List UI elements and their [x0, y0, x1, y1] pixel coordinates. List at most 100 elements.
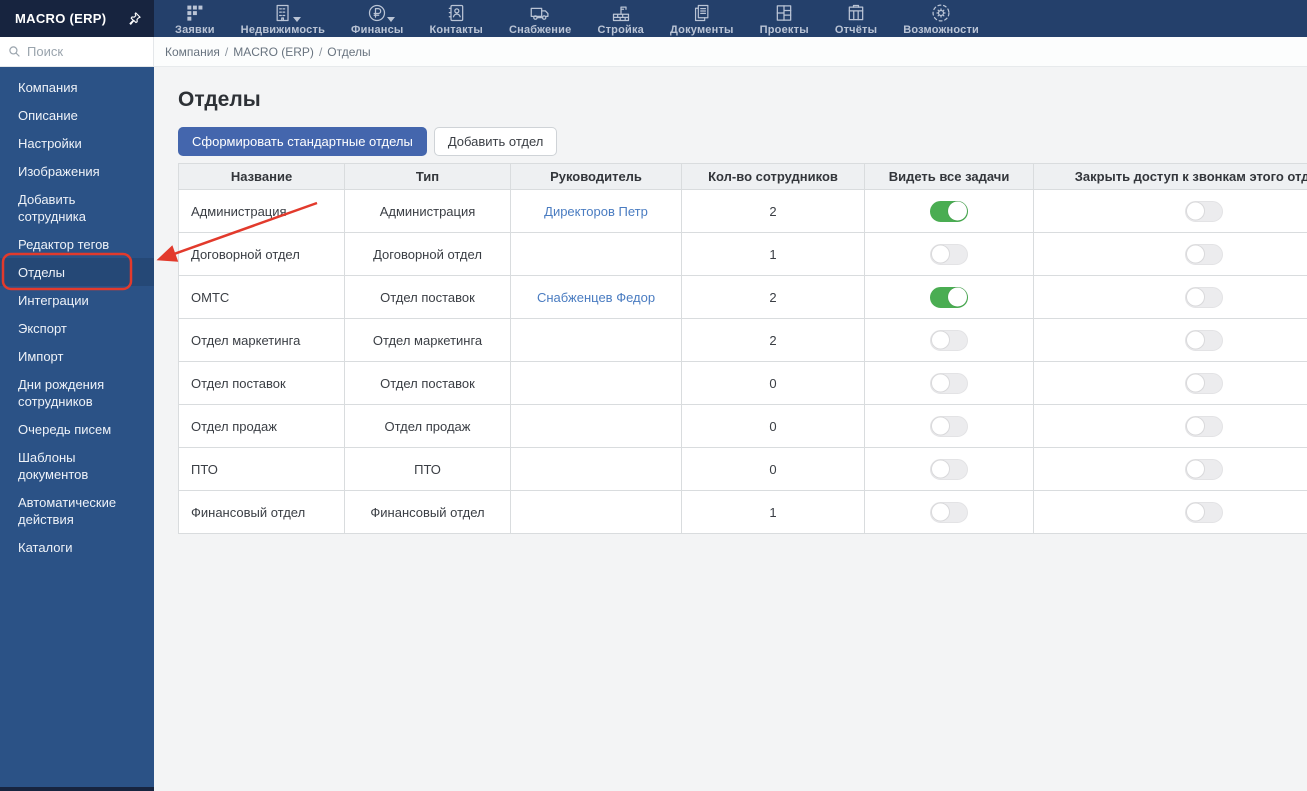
toggle-knob: [931, 330, 950, 350]
see-all-tasks-toggle[interactable]: [930, 415, 968, 437]
see-all-tasks-toggle[interactable]: [930, 243, 968, 265]
see-all-tasks-cell: [864, 361, 1034, 405]
sidebar-item[interactable]: Импорт: [0, 342, 154, 370]
see-all-tasks-toggle[interactable]: [930, 501, 968, 523]
nav-item-8[interactable]: Проекты: [747, 0, 822, 37]
department-type: Администрация: [344, 189, 511, 233]
nav-item-2[interactable]: Недвижимость: [228, 0, 338, 37]
manager-link[interactable]: Директоров Петр: [544, 204, 648, 219]
close-call-access-cell: [1033, 490, 1307, 534]
toggle-knob: [931, 244, 950, 264]
toggle-knob: [1185, 287, 1205, 307]
close-call-access-toggle[interactable]: [1184, 200, 1223, 222]
table-row: Договорной отдел Договорной отдел 1: [178, 232, 1307, 276]
department-name: Отдел продаж: [178, 404, 345, 448]
close-call-access-toggle[interactable]: [1184, 415, 1223, 437]
breadcrumb-item[interactable]: Компания: [165, 45, 220, 59]
nav-item-3[interactable]: Финансы: [338, 0, 416, 37]
sidebar-item[interactable]: Описание: [0, 101, 154, 129]
close-call-access-cell: [1033, 361, 1307, 405]
add-department-button[interactable]: Добавить отдел: [433, 127, 558, 156]
documents-icon: [692, 3, 711, 23]
search-input[interactable]: [27, 44, 145, 59]
toggle-knob: [931, 373, 950, 393]
nav-item-label: Возможности: [903, 24, 980, 36]
table-row: ПТО ПТО 0: [178, 447, 1307, 491]
nav-item-label: Документы: [670, 24, 734, 36]
sidebar-item-selected[interactable]: Отделы: [0, 258, 154, 286]
toggle-knob: [948, 201, 967, 221]
see-all-tasks-cell: [864, 490, 1034, 534]
building-icon: [273, 3, 301, 23]
sidebar-item[interactable]: Настройки: [0, 129, 154, 157]
see-all-tasks-cell: [864, 404, 1034, 448]
see-all-tasks-toggle[interactable]: [930, 200, 968, 222]
construction-icon: [610, 3, 632, 23]
close-call-access-toggle[interactable]: [1184, 329, 1223, 351]
sidebar-item[interactable]: Экспорт: [0, 314, 154, 342]
nav-item-10[interactable]: Возможности: [890, 0, 992, 37]
sidebar-item[interactable]: Компания: [0, 73, 154, 101]
sidebar-item[interactable]: Добавить сотрудника: [0, 185, 154, 230]
table-row: Администрация Администрация Директоров Пет…: [178, 189, 1307, 233]
sidebar-item[interactable]: Очередь писем: [0, 415, 154, 443]
page-title: Отделы: [178, 88, 261, 111]
nav-item-5[interactable]: Снабжение: [496, 0, 584, 37]
sidebar-item[interactable]: Шаблоны документов: [0, 443, 154, 488]
nav-item-1[interactable]: Заявки: [162, 0, 228, 37]
nav-item-4[interactable]: Контакты: [417, 0, 496, 37]
breadcrumb-item[interactable]: MACRO (ERP): [233, 45, 314, 59]
departments-table: Название Тип Руководитель Кол-во сотруднико…: [178, 163, 1307, 534]
table-row: Отдел маркетинга Отдел маркетинга 2: [178, 318, 1307, 362]
sidebar-item[interactable]: Каталоги: [0, 533, 154, 561]
close-call-access-cell: [1033, 275, 1307, 319]
create-standard-departments-button[interactable]: Сформировать стандартные отделы: [178, 127, 427, 156]
nav-item-label: Финансы: [351, 24, 404, 36]
sidebar-item[interactable]: Изображения: [0, 157, 154, 185]
department-type: Отдел продаж: [344, 404, 511, 448]
see-all-tasks-toggle[interactable]: [930, 458, 968, 480]
sidebar-search[interactable]: [0, 37, 154, 67]
see-all-tasks-cell: [864, 232, 1034, 276]
breadcrumb-separator: /: [318, 44, 323, 59]
toggle-knob: [931, 416, 950, 436]
close-call-access-toggle[interactable]: [1184, 458, 1223, 480]
app-brand[interactable]: MACRO (ERP): [0, 0, 154, 37]
nav-item-label: Проекты: [759, 24, 809, 36]
close-call-access-toggle[interactable]: [1184, 372, 1223, 394]
sidebar-item[interactable]: Автоматические действия: [0, 488, 154, 533]
table-header-row: Название Тип Руководитель Кол-во сотруднико…: [178, 163, 1307, 190]
sidebar-item[interactable]: Редактор тегов: [0, 230, 154, 258]
see-all-tasks-toggle[interactable]: [930, 286, 968, 308]
sidebar-item[interactable]: Дни рождения сотрудников: [0, 370, 154, 415]
manager-link[interactable]: Снабженцев Федор: [537, 290, 655, 305]
close-call-access-cell: [1033, 232, 1307, 276]
nav-item-6[interactable]: Стройка: [584, 0, 657, 37]
employee-count: 0: [681, 361, 865, 405]
close-call-access-toggle[interactable]: [1184, 286, 1223, 308]
sidebar-item[interactable]: Интеграции: [0, 286, 154, 314]
department-type: Отдел поставок: [344, 361, 511, 405]
contacts-icon: [446, 3, 466, 23]
see-all-tasks-cell: [864, 447, 1034, 491]
page-actions: Сформировать стандартные отделы Добавить…: [178, 127, 1307, 156]
department-name: ОМТС: [178, 275, 345, 319]
close-call-access-toggle[interactable]: [1184, 243, 1223, 265]
breadcrumb-item: Отделы: [327, 44, 371, 59]
see-all-tasks-toggle[interactable]: [930, 329, 968, 351]
see-all-tasks-toggle[interactable]: [930, 372, 968, 394]
close-call-access-cell: [1033, 189, 1307, 233]
column-header: Видеть все задачи: [864, 163, 1034, 190]
department-name: Отдел маркетинга: [178, 318, 345, 362]
toggle-knob: [1185, 416, 1205, 436]
features-icon: [931, 3, 951, 23]
nav-item-7[interactable]: Документы: [657, 0, 747, 37]
pin-icon[interactable]: [127, 11, 142, 26]
department-name: Финансовый отдел: [178, 490, 345, 534]
toggle-knob: [1185, 459, 1205, 479]
projects-icon: [774, 3, 794, 23]
close-call-access-toggle[interactable]: [1184, 501, 1223, 523]
department-name: Договорной отдел: [178, 232, 345, 276]
nav-item-9[interactable]: Отчёты: [822, 0, 890, 37]
column-header: Тип: [344, 163, 511, 190]
